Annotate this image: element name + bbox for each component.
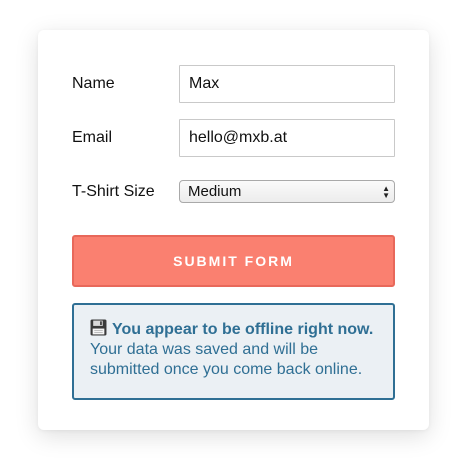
email-label: Email — [72, 129, 113, 146]
size-row: T-Shirt Size Medium ▲ ▼ — [72, 180, 395, 203]
size-select[interactable]: Medium ▲ ▼ — [179, 180, 395, 203]
notice-message: Your data was saved and will be submitte… — [90, 341, 363, 378]
email-row: Email — [72, 119, 395, 157]
floppy-disk-icon — [90, 319, 107, 336]
form-card: Name Email T-Shirt Size Medium ▲▼ Submit… — [38, 30, 429, 430]
email-input[interactable] — [179, 119, 395, 157]
size-label: T-Shirt Size — [72, 182, 155, 200]
select-arrows-icon: ▲ ▼ — [382, 183, 390, 200]
name-label: Name — [72, 75, 115, 92]
notice-title-line: You appear to be offline right now. — [90, 319, 377, 340]
offline-notice: You appear to be offline right now. Your… — [72, 303, 395, 400]
size-select-value: Medium — [188, 183, 242, 200]
notice-title: You appear to be offline right now. — [112, 321, 374, 338]
name-row: Name — [72, 65, 395, 103]
name-input[interactable] — [179, 65, 395, 103]
submit-button[interactable]: Submit Form — [72, 235, 395, 287]
